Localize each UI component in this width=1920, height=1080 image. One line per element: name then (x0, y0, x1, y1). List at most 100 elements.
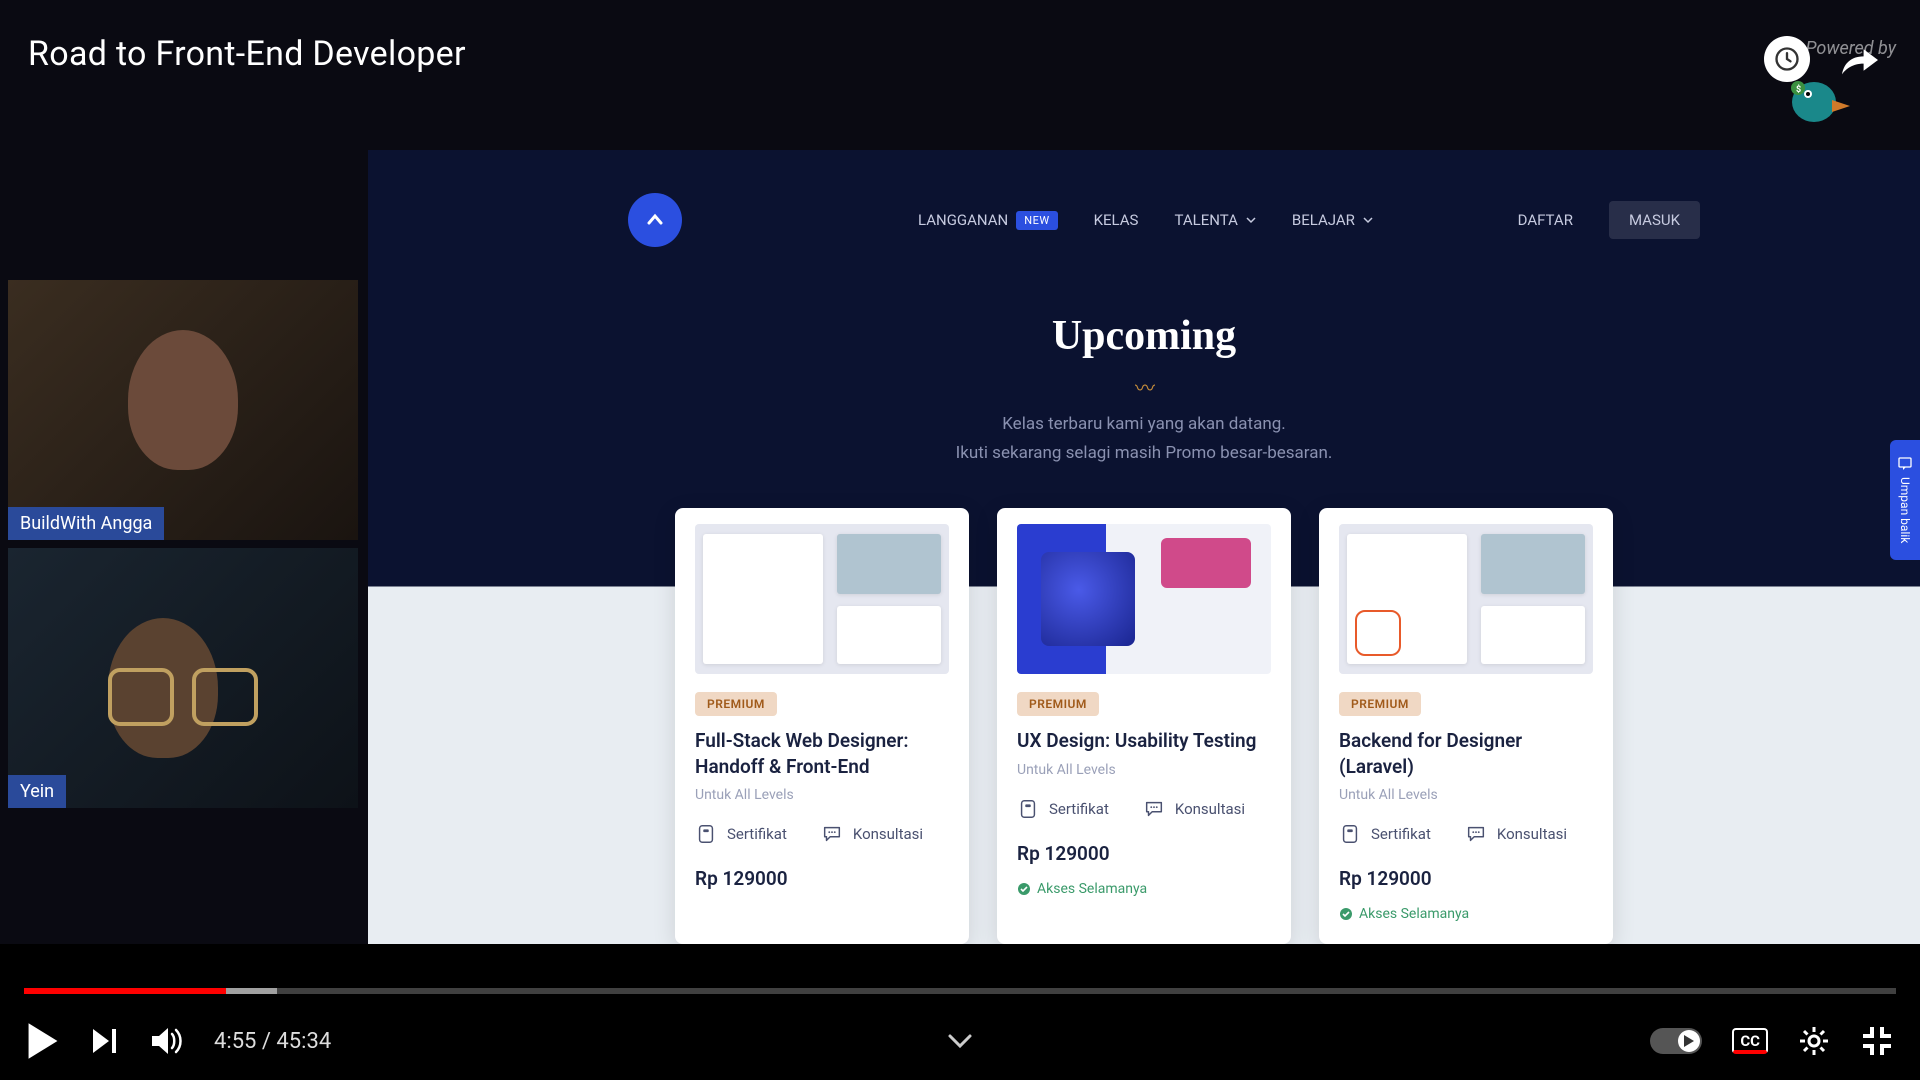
certificate-icon (1339, 823, 1361, 845)
autoplay-play-icon (1683, 1034, 1695, 1048)
premium-badge: PREMIUM (695, 692, 777, 716)
premium-badge: PREMIUM (1017, 692, 1099, 716)
premium-badge: PREMIUM (1339, 692, 1421, 716)
card-thumb (695, 524, 949, 674)
shared-screen: LANGGANAN NEW KELAS TALENTA BELAJAR DAFT… (368, 150, 1920, 944)
meta-label: Sertifikat (727, 825, 787, 843)
extra-label: Akses Selamanya (1359, 906, 1469, 922)
card-price: Rp 129000 (695, 867, 949, 890)
autoplay-toggle[interactable] (1650, 1028, 1702, 1054)
progress-bar[interactable] (24, 988, 1896, 994)
glasses-icon (108, 668, 258, 708)
course-card[interactable]: PREMIUM UX Design: Usability Testing Unt… (997, 508, 1291, 944)
meta-label: Konsultasi (1175, 800, 1245, 818)
card-meta: Sertifikat Konsultasi (1017, 798, 1271, 820)
consult-meta: Konsultasi (821, 823, 923, 845)
feedback-label: Umpan balik (1898, 477, 1912, 543)
next-button[interactable] (90, 1026, 120, 1056)
nav-daftar[interactable]: DAFTAR (1518, 211, 1573, 229)
course-card[interactable]: PREMIUM Full-Stack Web Designer: Handoff… (675, 508, 969, 944)
feedback-icon (1898, 457, 1912, 471)
duration: 45:34 (276, 1029, 331, 1054)
time-display: 4:55 / 45:34 (214, 1029, 331, 1054)
card-extra: Akses Selamanya (1017, 881, 1271, 897)
card-level: Untuk All Levels (1339, 787, 1593, 803)
chevron-down-icon (1246, 215, 1256, 225)
hero-sub-line: Kelas terbaru kami yang akan datang. (368, 410, 1920, 439)
card-thumb (1017, 524, 1271, 674)
course-card[interactable]: PREMIUM Backend for Designer (Laravel) U… (1319, 508, 1613, 944)
current-time: 4:55 (214, 1029, 256, 1054)
card-meta: Sertifikat Konsultasi (1339, 823, 1593, 845)
captions-button[interactable]: CC (1732, 1028, 1768, 1054)
chevron-down-icon (947, 1033, 973, 1049)
nav-label: LANGGANAN (918, 211, 1008, 229)
chapters-button[interactable] (947, 1033, 973, 1049)
meta-label: Sertifikat (1371, 825, 1431, 843)
webcam-stack: BuildWith Angga Yein (8, 280, 358, 816)
nav-label: BELAJAR (1292, 211, 1355, 229)
settings-button[interactable] (1798, 1025, 1830, 1057)
meta-label: Konsultasi (853, 825, 923, 843)
nav-talenta[interactable]: TALENTA (1174, 211, 1255, 229)
site-nav: LANGGANAN NEW KELAS TALENTA BELAJAR DAFT… (628, 192, 1700, 248)
webcam-name-label: Yein (8, 775, 66, 808)
consult-meta: Konsultasi (1143, 798, 1245, 820)
card-meta: Sertifikat Konsultasi (695, 823, 949, 845)
squiggle-icon: 〰 (1135, 372, 1153, 401)
check-icon (1017, 882, 1031, 896)
chat-icon (821, 823, 843, 845)
site-logo[interactable] (628, 193, 682, 247)
logo-caret-icon (645, 210, 665, 230)
consult-meta: Konsultasi (1465, 823, 1567, 845)
video-stage: Road to Front-End Developer Powered by $… (0, 0, 1920, 944)
progress-played (24, 988, 226, 994)
certificate-icon (695, 823, 717, 845)
streamyard-bird-icon: $ (1784, 70, 1854, 134)
meta-label: Konsultasi (1497, 825, 1567, 843)
nav-masuk-button[interactable]: MASUK (1609, 201, 1700, 239)
cards-row: PREMIUM Full-Stack Web Designer: Handoff… (368, 508, 1920, 944)
hero-title: Upcoming (368, 312, 1920, 360)
certificate-icon (1017, 798, 1039, 820)
webcam-tile: BuildWith Angga (8, 280, 358, 540)
card-extra: Akses Selamanya (1339, 906, 1593, 922)
clock-icon (1773, 45, 1801, 73)
next-icon (90, 1026, 120, 1056)
presenter-face (128, 330, 238, 470)
hero-subtitle: Kelas terbaru kami yang akan datang. Iku… (368, 410, 1920, 468)
chat-icon (1143, 798, 1165, 820)
volume-button[interactable] (150, 1026, 184, 1056)
play-icon (26, 1021, 60, 1061)
svg-text:$: $ (1796, 84, 1801, 95)
card-title: Backend for Designer (Laravel) (1339, 728, 1593, 779)
check-icon (1339, 907, 1353, 921)
meta-label: Sertifikat (1049, 800, 1109, 818)
player-controls: 4:55 / 45:34 CC (0, 1002, 1920, 1080)
chat-icon (1465, 823, 1487, 845)
card-price: Rp 129000 (1339, 867, 1593, 890)
nav-label: TALENTA (1174, 211, 1237, 229)
certificate-meta: Sertifikat (695, 823, 787, 845)
hero-sub-line: Ikuti sekarang selagi masih Promo besar-… (368, 439, 1920, 468)
nav-belajar[interactable]: BELAJAR (1292, 211, 1373, 229)
exit-fullscreen-icon (1860, 1024, 1894, 1058)
nav-kelas[interactable]: KELAS (1094, 211, 1139, 229)
card-level: Untuk All Levels (695, 787, 949, 803)
card-title: Full-Stack Web Designer: Handoff & Front… (695, 728, 949, 779)
webcam-name-label: BuildWith Angga (8, 507, 164, 540)
card-title: UX Design: Usability Testing (1017, 728, 1271, 754)
laravel-icon (1355, 610, 1401, 656)
gear-icon (1798, 1025, 1830, 1057)
card-thumb (1339, 524, 1593, 674)
certificate-meta: Sertifikat (1339, 823, 1431, 845)
play-button[interactable] (26, 1021, 60, 1061)
extra-label: Akses Selamanya (1037, 881, 1147, 897)
exit-fullscreen-button[interactable] (1860, 1024, 1894, 1058)
new-badge: NEW (1016, 211, 1057, 230)
card-price: Rp 129000 (1017, 842, 1271, 865)
feedback-tab[interactable]: Umpan balik (1890, 440, 1920, 560)
chevron-down-icon (1363, 215, 1373, 225)
nav-langganan[interactable]: LANGGANAN NEW (918, 211, 1058, 230)
webcam-tile: Yein (8, 548, 358, 808)
